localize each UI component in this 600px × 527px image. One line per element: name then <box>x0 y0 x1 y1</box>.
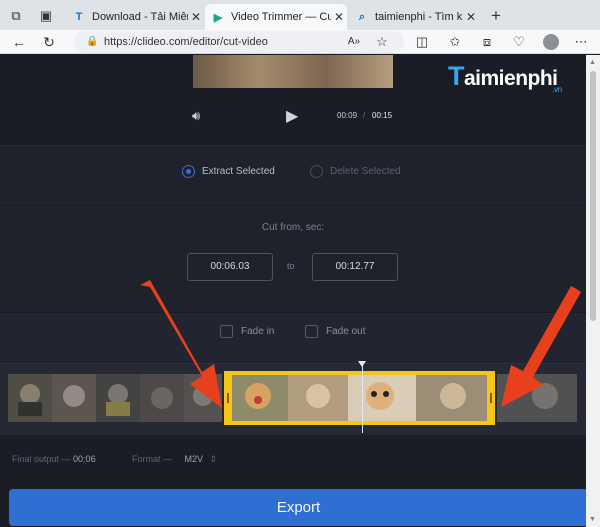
extract-selected-radio[interactable]: Extract Selected <box>182 165 275 178</box>
close-tab-icon[interactable]: ✕ <box>463 10 479 24</box>
export-button[interactable]: Export <box>9 489 588 526</box>
time-separator: / <box>363 111 366 120</box>
fade-in-label: Fade in <box>241 326 275 337</box>
total-time: 00:15 <box>372 111 393 120</box>
trim-end-handle[interactable] <box>487 371 495 425</box>
to-label: to <box>287 261 295 271</box>
profile-avatar[interactable] <box>543 34 559 50</box>
cut-from-input[interactable]: 00:06.03 <box>187 253 273 281</box>
clideo-favicon-icon: ▶ <box>213 11 223 24</box>
url-text: https://clideo.com/editor/cut-video <box>104 36 268 48</box>
browser-essentials-icon[interactable]: ♡ <box>510 33 528 51</box>
play-button-icon[interactable]: ▶ <box>286 106 298 126</box>
taimienphi-watermark-logo: Taimienphi .vn <box>448 61 562 94</box>
split-screen-icon[interactable]: ◫ <box>413 33 431 51</box>
extract-selected-label: Extract Selected <box>202 166 275 177</box>
cut-to-input[interactable]: 00:12.77 <box>312 253 398 281</box>
taimienphi-favicon-icon: T <box>75 11 83 23</box>
more-menu-icon[interactable]: ⋯ <box>572 33 590 51</box>
workspaces-icon[interactable]: ⧉ <box>8 8 24 24</box>
close-tab-icon[interactable]: ✕ <box>188 10 204 24</box>
right-annotation-arrow <box>501 286 581 407</box>
tab-title: taimienphi - Tìm kiếm <box>375 11 463 23</box>
tab-title: Download - Tải Miễn Ph <box>92 11 188 23</box>
page-scrollbar[interactable]: ▲ ▼ <box>586 55 600 527</box>
mode-section <box>0 145 586 201</box>
trim-selection[interactable] <box>224 371 495 425</box>
tab-actions-icon[interactable]: ▣ <box>38 8 54 24</box>
back-icon[interactable]: ← <box>10 33 28 51</box>
address-bar: ← ↻ 🔒 https://clideo.com/editor/cut-vide… <box>0 30 600 54</box>
clideo-editor-page: Taimienphi .vn 🔊︎ ▶ 00:09 / 00:15 Extrac… <box>0 55 588 527</box>
cut-from-label: Cut from, sec: <box>261 222 325 233</box>
delete-selected-radio[interactable]: Delete Selected <box>310 165 401 178</box>
left-annotation-arrow <box>140 280 222 408</box>
final-output-info: Final output — 00:06 <box>12 454 96 464</box>
fade-out-label: Fade out <box>326 326 366 337</box>
tab-bar: ⧉ ▣ T Download - Tải Miễn Ph ✕ ▶ Video T… <box>0 0 600 30</box>
tab-download[interactable]: T Download - Tải Miễn Ph ✕ <box>66 4 204 30</box>
close-tab-icon[interactable]: ✕ <box>331 10 347 24</box>
delete-selected-label: Delete Selected <box>330 166 401 177</box>
updown-chevron-icon: ⇕ <box>209 454 218 464</box>
tab-search[interactable]: ⌕ taimienphi - Tìm kiếm ✕ <box>349 4 479 30</box>
current-time: 00:09 <box>337 111 358 120</box>
refresh-icon[interactable]: ↻ <box>40 33 58 51</box>
lock-icon: 🔒 <box>86 36 99 47</box>
new-tab-button[interactable]: + <box>488 7 504 24</box>
playhead[interactable] <box>362 363 363 433</box>
search-favicon-icon: ⌕ <box>358 10 366 23</box>
favorite-star-icon[interactable]: ☆ <box>373 33 391 51</box>
scrollbar-thumb[interactable] <box>590 71 596 321</box>
playhead-marker <box>358 361 366 367</box>
collections-icon[interactable]: ⧈ <box>478 33 496 51</box>
scroll-down-icon[interactable]: ▼ <box>589 516 596 523</box>
tab-video-trimmer[interactable]: ▶ Video Trimmer — Cut V ✕ <box>205 4 347 30</box>
fade-out-checkbox[interactable]: Fade out <box>305 325 365 338</box>
tab-title: Video Trimmer — Cut V <box>231 11 331 23</box>
format-selector[interactable]: Format — M2V ⇕ <box>132 454 217 465</box>
scroll-up-icon[interactable]: ▲ <box>589 59 596 66</box>
volume-icon[interactable]: 🔊︎ <box>192 108 200 124</box>
video-preview <box>193 55 393 88</box>
read-aloud-icon[interactable]: A» <box>345 33 363 51</box>
favorites-icon[interactable]: ✩ <box>446 33 464 51</box>
